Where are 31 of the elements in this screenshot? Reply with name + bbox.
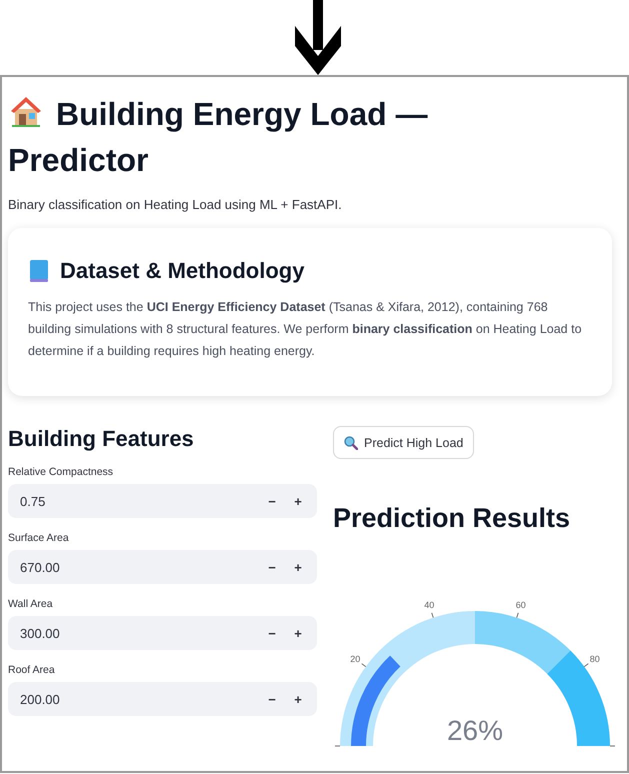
card-heading: Dataset & Methodology [60, 258, 304, 284]
number-field[interactable]: 300.00 − + [8, 616, 317, 650]
tick-label: 80 [590, 654, 600, 664]
number-field[interactable]: 200.00 − + [8, 682, 317, 716]
number-field[interactable]: 0.75 − + [8, 484, 317, 518]
section-heading: Building Features [8, 426, 195, 452]
book-icon [28, 259, 50, 283]
field-label: Wall Area [8, 598, 54, 610]
increment-button[interactable]: + [285, 487, 311, 515]
decrement-button[interactable]: − [259, 553, 285, 581]
field-label: Relative Compactness [8, 466, 114, 478]
decrement-button[interactable]: − [259, 685, 285, 713]
number-field[interactable]: 670.00 − + [8, 550, 317, 584]
section-heading: Prediction Results [333, 503, 572, 534]
decrement-button[interactable]: − [259, 619, 285, 647]
search-icon [344, 436, 358, 450]
page-title: Building Energy Load — Predictor [8, 91, 458, 183]
predict-button[interactable]: Predict High Load [333, 426, 474, 459]
tick-label: 20 [350, 654, 360, 664]
gauge-reading: 26% [446, 715, 504, 746]
field-label: Surface Area [8, 532, 70, 544]
down-arrow-icon [294, 0, 340, 75]
increment-button[interactable]: + [285, 553, 311, 581]
decrement-button[interactable]: − [259, 487, 285, 515]
increment-button[interactable]: + [285, 685, 311, 713]
tick-label: 40 [424, 600, 434, 610]
subtitle: Binary classification on Heating Load using ML + FastAPI. [8, 197, 343, 212]
tick-label: 60 [516, 600, 526, 610]
field-label: Roof Area [8, 664, 56, 676]
card-text: This project uses the UCI Energy Efficiency Dataset (Tsanas & Xifara, 2012), containing 768 building simulations with 8 structural features. We perform binary classification on Heating Load to determine if a building requires high heating energy. [28, 299, 583, 360]
increment-button[interactable]: + [285, 619, 311, 647]
